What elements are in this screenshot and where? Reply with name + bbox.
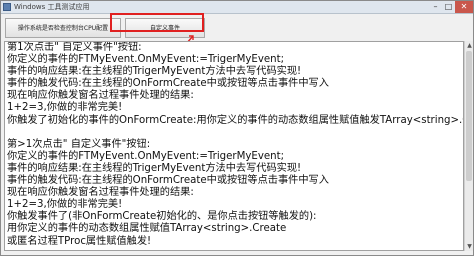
scroll-up-icon[interactable]: ▲: [465, 41, 474, 50]
maximize-button[interactable]: □: [442, 1, 455, 13]
log-line: 你触发了初始化的事件的OnFormCreate:用你定义的事件的动态数组属性赋值…: [7, 114, 464, 126]
title-bar: Windows 工具测试应用 – □ ✕: [1, 1, 473, 14]
log-line: 1+2=3,你做的非常完美!: [7, 102, 123, 114]
custom-event-button[interactable]: 自定义事件: [125, 18, 205, 38]
event-log-textarea[interactable]: 第1次点击" 自定义事件"按钮: 你定义的事件的FTMyEvent.OnMyEve…: [4, 41, 464, 251]
vertical-scrollbar[interactable]: ▲ ▼: [464, 41, 473, 251]
log-line: 你触发事件了(非OnFormCreate初始化的、是你点击按钮等触发的):: [7, 211, 317, 223]
log-line: 事件的触发代码:在主线程的OnFormCreate中或按钮等点击事件中写入: [7, 78, 329, 90]
app-icon: [3, 3, 11, 11]
window-controls: – □ ✕: [429, 1, 473, 13]
window-title: Windows 工具测试应用: [14, 3, 90, 11]
log-line: 1+2=3,你做的非常完美!: [7, 199, 123, 211]
scroll-down-icon[interactable]: ▼: [465, 242, 474, 251]
log-line: 现在响应你触发窗名过程事件处理的结果:: [7, 187, 194, 199]
log-line: 第>1次点击" 自定义事件"按钮:: [7, 138, 151, 150]
log-line: 第1次点击" 自定义事件"按钮:: [7, 42, 142, 53]
toolbar: 操作系统是否检查控制台CPU配置 自定义事件: [1, 14, 473, 41]
log-line: 事件的响应结果:在主线程的TrigerMyEvent方法中去写代码实现!: [7, 66, 302, 78]
app-window: Windows 工具测试应用 – □ ✕ 操作系统是否检查控制台CPU配置 自定…: [0, 0, 474, 256]
check-console-cpu-button[interactable]: 操作系统是否检查控制台CPU配置: [5, 18, 121, 38]
log-line: 或匿名过程TProc属性赋值触发!: [7, 235, 152, 247]
log-line: 事件的响应结果:在主线程的TrigerMyEvent方法中去写代码实现!: [7, 162, 302, 174]
scroll-thumb[interactable]: [466, 51, 472, 181]
log-line: 事件的触发代码:在主线程的OnFormCreate中或按钮等点击事件中写入: [7, 175, 329, 187]
close-button[interactable]: ✕: [455, 1, 473, 13]
log-line: 用你定义的事件的动态数组属性赋值TArray<string>.Create: [7, 223, 287, 235]
log-line: 你定义的事件的FTMyEvent.OnMyEvent:=TrigerMyEven…: [7, 150, 285, 162]
log-line: 现在响应你触发窗名过程事件处理的结果:: [7, 90, 194, 102]
minimize-button[interactable]: –: [429, 1, 442, 13]
log-line: 你定义的事件的FTMyEvent.OnMyEvent:=TrigerMyEven…: [7, 54, 285, 66]
